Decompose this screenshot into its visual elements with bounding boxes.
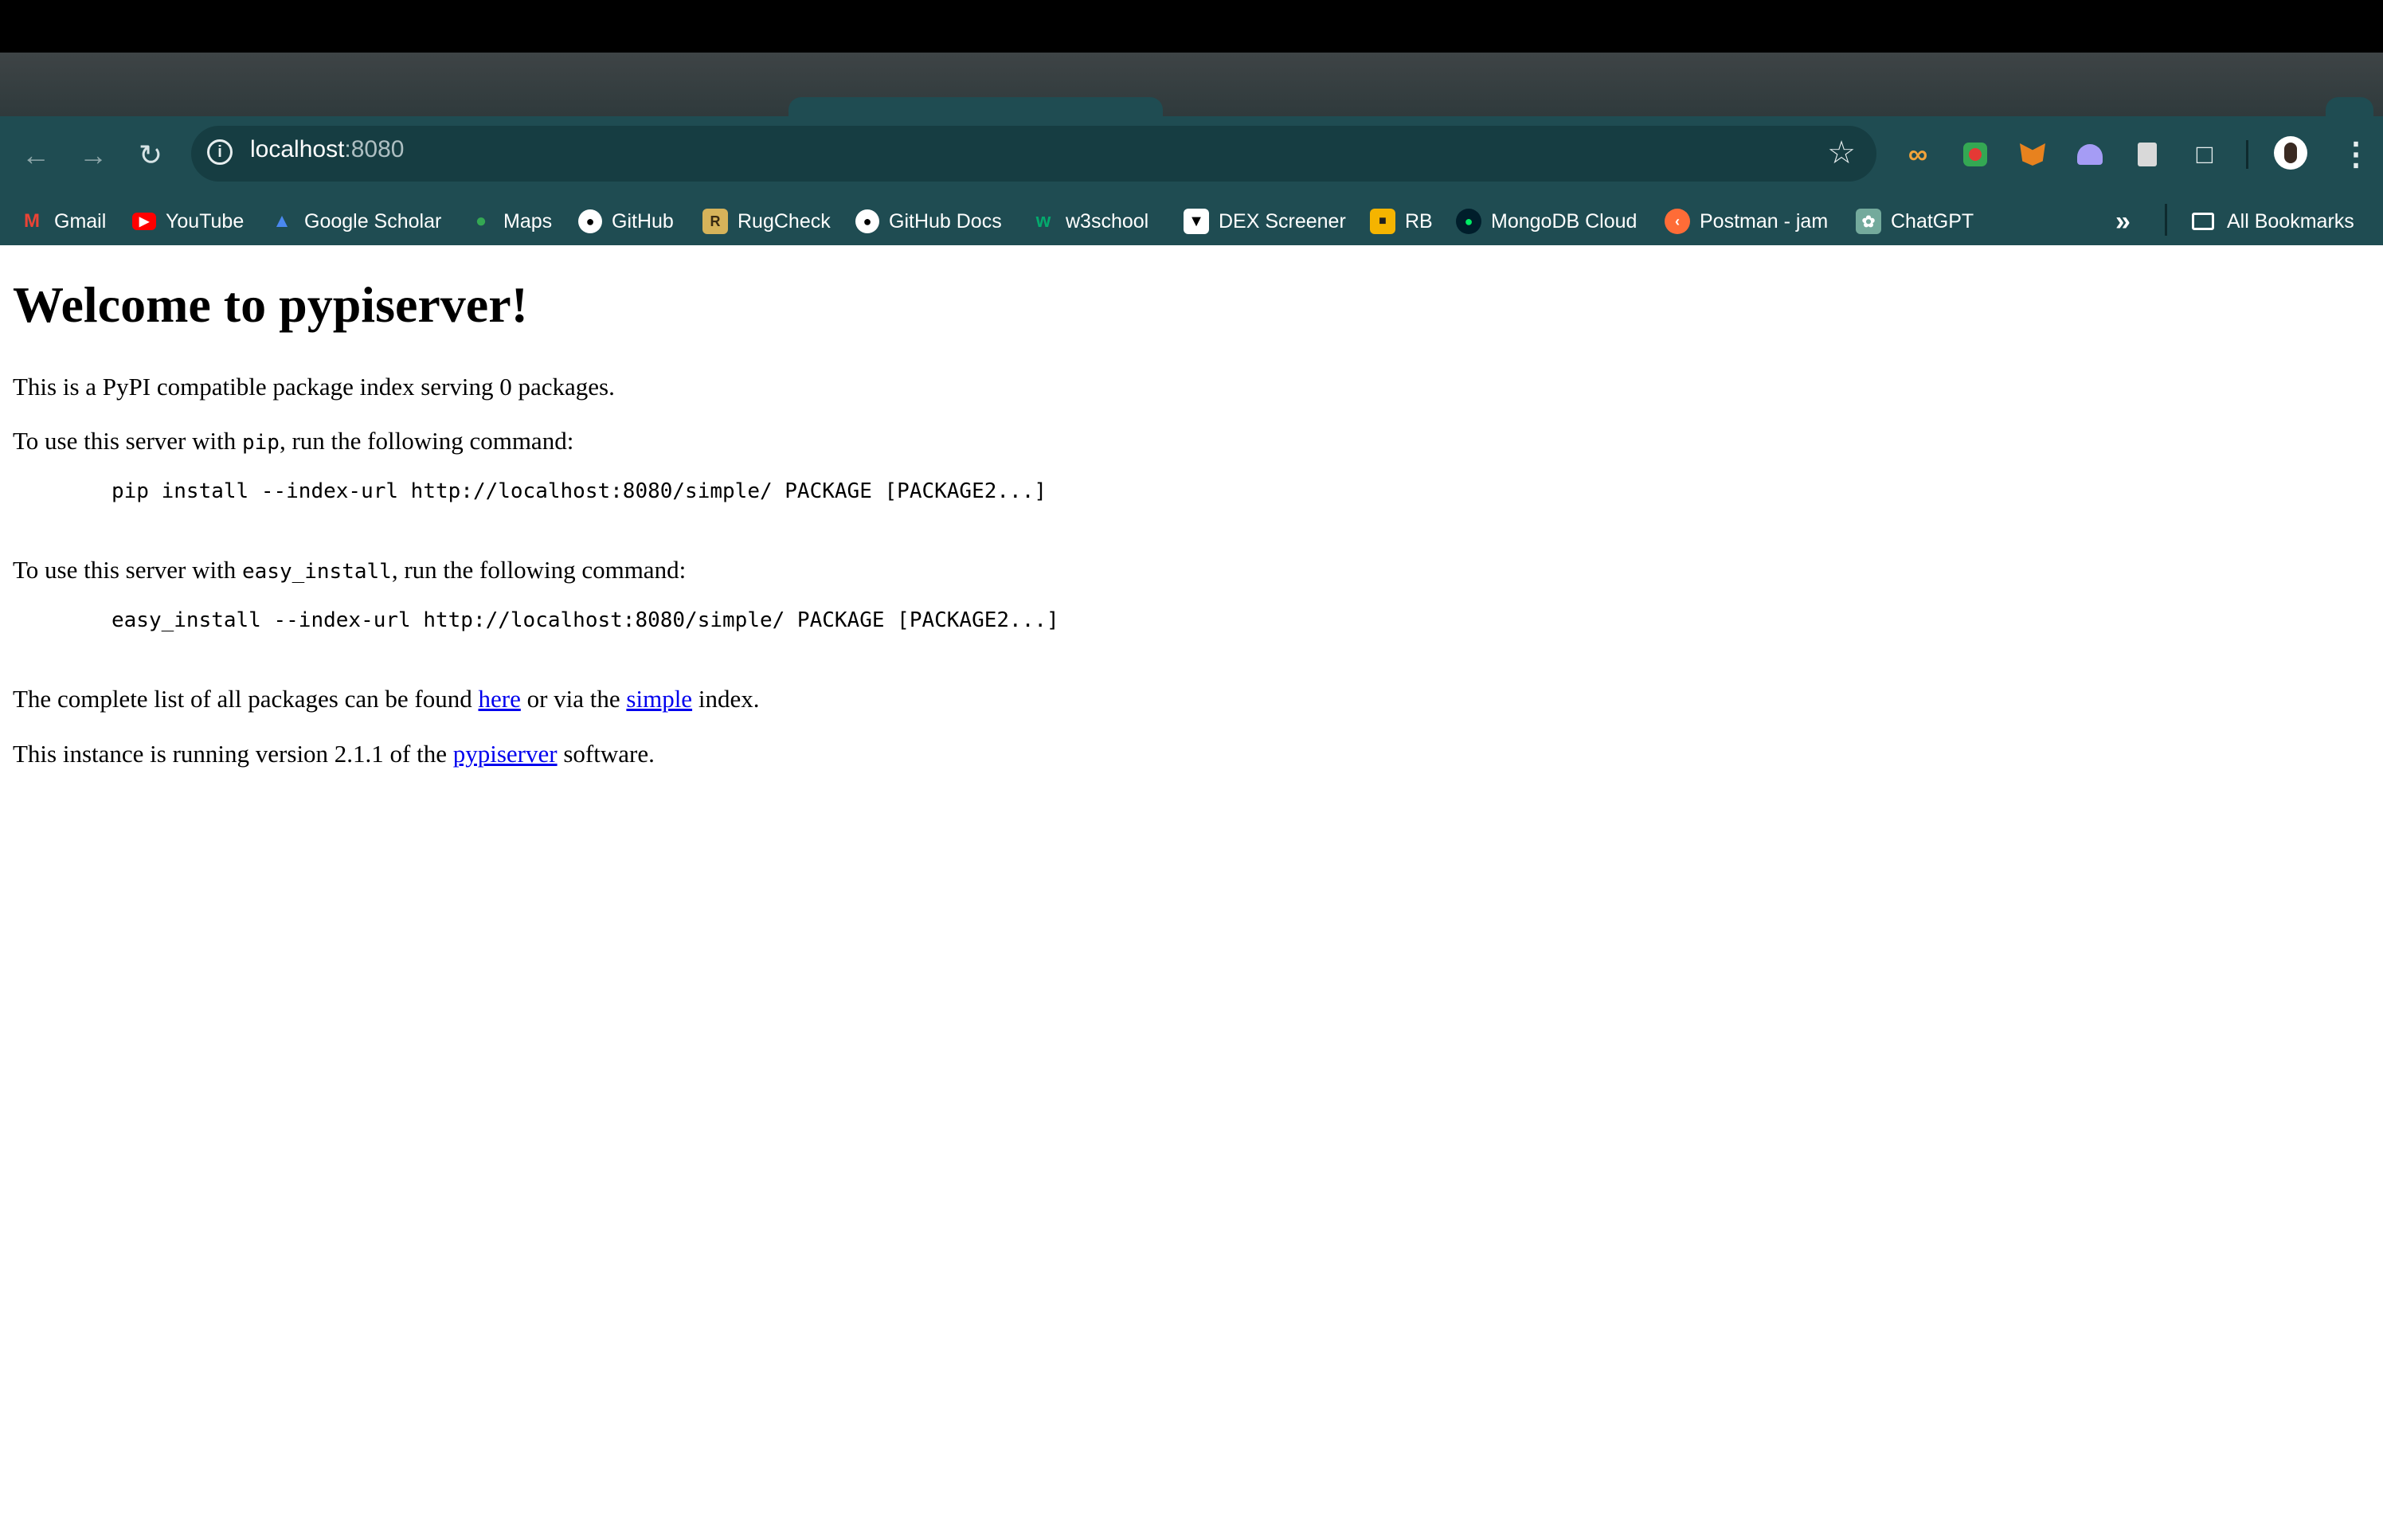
postman-icon: ‹ <box>1665 209 1690 234</box>
mongodb-icon: ● <box>1456 209 1481 234</box>
version-text: This instance is running version 2.1.1 o… <box>13 740 655 768</box>
tab-strip <box>0 53 2383 137</box>
address-port: :8080 <box>344 136 405 162</box>
simple-link[interactable]: simple <box>626 685 692 713</box>
w3school-icon: w <box>1035 210 1051 232</box>
bookmarks-separator <box>2165 204 2167 236</box>
maps-icon: ● <box>475 210 487 232</box>
new-tab-button[interactable] <box>2326 97 2373 116</box>
intro-text: This is a PyPI compatible package index … <box>13 373 615 401</box>
metamask-icon[interactable] <box>2015 137 2050 172</box>
youtube-icon: ▶ <box>132 213 156 230</box>
easy-install-code: easy_install <box>241 560 392 584</box>
bookmark-gmail[interactable]: M Gmail <box>19 197 106 245</box>
all-bookmarks-button[interactable]: All Bookmarks <box>2192 197 2354 245</box>
pip-code: pip <box>241 431 280 455</box>
package-list-text: The complete list of all packages can be… <box>13 685 760 713</box>
document-extension-icon[interactable] <box>2130 137 2165 172</box>
toolbar-separator <box>2246 140 2248 169</box>
bookmark-chatgpt[interactable]: ✿ ChatGPT <box>1856 197 1974 245</box>
address-url[interactable]: localhost:8080 <box>250 136 404 163</box>
screen-top-bar <box>0 0 2383 53</box>
folder-icon <box>2192 213 2214 230</box>
bookmark-dex-screener[interactable]: ▼ DEX Screener <box>1184 197 1346 245</box>
easy-install-command: easy_install --index-url http://localhos… <box>112 608 1059 632</box>
bookmark-rb[interactable]: ■ RB <box>1370 197 1433 245</box>
ghost-extension-icon[interactable] <box>2072 137 2107 172</box>
github-icon: ● <box>578 209 602 233</box>
rugcheck-icon: R <box>702 209 728 234</box>
bookmark-postman[interactable]: ‹ Postman - jam <box>1665 197 1828 245</box>
bookmark-mongodb-cloud[interactable]: ● MongoDB Cloud <box>1456 197 1637 245</box>
here-link[interactable]: here <box>478 685 520 713</box>
bookmarks-bar: M Gmail ▶ YouTube ▲ Google Scholar ● Maps ● G… <box>0 197 2383 245</box>
rb-icon: ■ <box>1370 209 1395 234</box>
easy-install-instructions: To use this server with easy_install, ru… <box>13 556 687 584</box>
video-extension-icon[interactable] <box>1958 137 1993 172</box>
address-host: localhost <box>250 136 345 162</box>
bookmark-github[interactable]: ● GitHub <box>578 197 674 245</box>
bookmark-rugcheck[interactable]: R RugCheck <box>702 197 831 245</box>
extensions-puzzle-icon[interactable]: □ <box>2187 137 2222 172</box>
page-title: Welcome to pypiserver! <box>13 276 528 333</box>
github-icon: ● <box>855 209 879 233</box>
more-menu-icon[interactable]: ⋮ <box>2340 135 2372 174</box>
bookmark-w3school[interactable]: w w3school <box>1031 197 1149 245</box>
bookmark-youtube[interactable]: ▶ YouTube <box>132 197 244 245</box>
active-tab[interactable] <box>788 97 1163 116</box>
gmail-icon: M <box>24 210 40 232</box>
profile-avatar[interactable] <box>2274 136 2307 170</box>
google-scholar-icon: ▲ <box>272 210 292 232</box>
bookmark-google-scholar[interactable]: ▲ Google Scholar <box>269 197 441 245</box>
dex-screener-icon: ▼ <box>1184 209 1209 234</box>
pypiserver-link[interactable]: pypiserver <box>453 740 558 768</box>
bookmark-star-icon[interactable]: ☆ <box>1827 134 1856 172</box>
pip-command: pip install --index-url http://localhost… <box>112 479 1047 503</box>
infinity-extension-icon[interactable]: ∞ <box>1900 137 1935 172</box>
chatgpt-icon: ✿ <box>1856 209 1881 234</box>
bookmark-github-docs[interactable]: ● GitHub Docs <box>855 197 1002 245</box>
pip-instructions: To use this server with pip, run the fol… <box>13 427 574 455</box>
address-bar[interactable]: i localhost:8080 ☆ <box>191 126 1876 182</box>
page-content: Welcome to pypiserver! This is a PyPI co… <box>0 245 2383 1540</box>
bookmark-maps[interactable]: ● Maps <box>468 197 552 245</box>
site-info-icon[interactable]: i <box>207 139 233 165</box>
more-bookmarks-chevron-icon[interactable]: » <box>2115 197 2131 245</box>
forward-icon[interactable]: → <box>73 135 113 175</box>
back-icon[interactable]: ← <box>16 135 56 175</box>
reload-icon[interactable]: ↻ <box>131 135 170 175</box>
